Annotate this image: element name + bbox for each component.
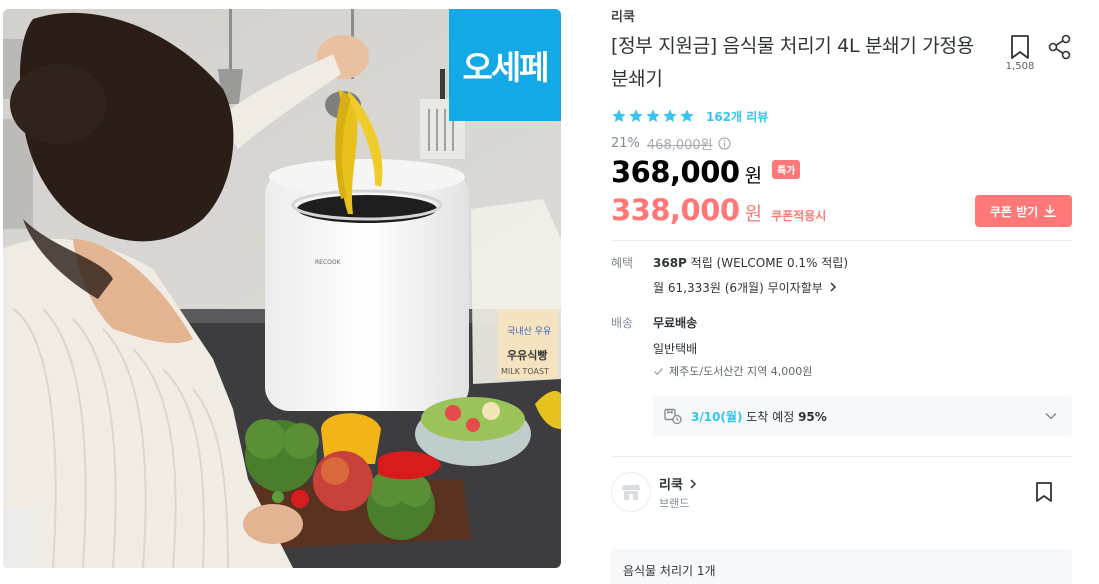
brand-name-link[interactable]: 리쿡	[659, 474, 697, 493]
check-icon	[654, 367, 664, 375]
star-icon	[629, 109, 643, 122]
download-icon	[1044, 204, 1056, 217]
brand-avatar[interactable]	[611, 472, 651, 512]
installment-link[interactable]: 월 61,333원 (6개월) 무이자할부	[653, 279, 837, 296]
star-icon	[612, 109, 626, 122]
share-icon[interactable]	[1047, 34, 1073, 60]
coupon-price-unit: 원	[744, 203, 763, 225]
divider	[611, 456, 1072, 457]
chevron-down-icon	[1045, 412, 1057, 420]
product-info-panel: 리쿡 [정부 지원금] 음식물 처리기 4L 분쇄기 가정용 분쇄기 1,508…	[611, 0, 1072, 584]
chevron-right-icon	[830, 282, 836, 292]
rating-row: 162개 리뷰	[611, 107, 768, 125]
selected-option[interactable]: 음식물 처리기 1개	[611, 549, 1072, 584]
truck-icon	[664, 408, 682, 425]
bookmark-button[interactable]	[1006, 34, 1034, 64]
sale-price-value: 368,000	[611, 155, 740, 189]
review-count-link[interactable]: 162개 리뷰	[706, 108, 768, 125]
benefit-point-rest: 적립 (WELCOME 0.1% 적립)	[686, 256, 849, 270]
coupon-button-label: 쿠폰 받기	[989, 204, 1039, 219]
special-badge: 특가	[772, 159, 801, 179]
benefit-label: 혜택	[611, 256, 634, 270]
sale-price: 368,000 원 특가	[611, 155, 801, 189]
bag-text-top: 국내산 우유	[507, 326, 551, 337]
shipping-extra-text: 제주도/도서산간 지역 4,000원	[669, 365, 813, 378]
discount-row: 21% 468,000원	[611, 134, 731, 153]
brand-card: 리쿡 브랜드	[611, 471, 1072, 515]
coupon-price-label: 쿠폰적용시	[771, 209, 827, 223]
star-icon	[646, 109, 660, 122]
brand-bookmark-icon[interactable]	[1033, 481, 1055, 503]
brand-name-text: 리쿡	[659, 478, 683, 493]
chevron-right-icon	[690, 479, 697, 489]
bookmark-count: 1,508	[1005, 61, 1035, 72]
original-price: 468,000원	[646, 138, 713, 153]
arrival-estimate-dropdown[interactable]: 3/10(월) 도착 예정 95%	[653, 396, 1072, 436]
product-title: [정부 지원금] 음식물 처리기 4L 분쇄기 가정용 분쇄기	[611, 35, 974, 90]
arrival-text: 3/10(월) 도착 예정 95%	[691, 408, 827, 425]
bookmark-icon	[1011, 35, 1029, 59]
installment-text: 월 61,333원 (6개월) 무이자할부	[653, 281, 823, 295]
brand-subtitle: 브랜드	[659, 497, 690, 510]
coupon-price: 338,000 원 쿠폰적용시	[611, 193, 826, 227]
benefit-point: 368P 적립 (WELCOME 0.1% 적립)	[653, 254, 848, 271]
bag-text-mid: 우유식빵	[507, 348, 547, 362]
star-icon	[680, 109, 694, 122]
ohsepe-badge: 오세페	[449, 9, 561, 121]
store-icon	[622, 485, 640, 500]
shipping-free: 무료배송	[653, 316, 698, 330]
shipping-extra-fee: 제주도/도서산간 지역 4,000원	[653, 363, 812, 379]
divider	[611, 240, 1072, 241]
arrival-percent: 95%	[798, 409, 827, 424]
coupon-download-button[interactable]: 쿠폰 받기	[975, 195, 1072, 227]
arrival-label: 도착 예정	[742, 409, 799, 424]
star-rating	[611, 108, 695, 124]
shipping-type: 일반택배	[653, 342, 698, 356]
brand-link[interactable]: 리쿡	[611, 6, 635, 25]
coupon-price-value: 338,000	[611, 193, 740, 227]
benefit-point-bold: 368P	[653, 256, 687, 270]
shipping-label: 배송	[611, 316, 634, 330]
sale-price-unit: 원	[744, 165, 763, 187]
product-image[interactable]: 국내산 우유 우유식빵 MILK TOAST RECOOK 오세페	[3, 9, 561, 568]
star-icon	[663, 109, 677, 122]
info-icon[interactable]	[717, 137, 731, 150]
discount-rate: 21%	[611, 136, 640, 151]
arrival-date: 3/10(월)	[691, 409, 743, 424]
device-logo: RECOOK	[315, 259, 342, 266]
bag-text-bottom: MILK TOAST	[501, 367, 549, 376]
